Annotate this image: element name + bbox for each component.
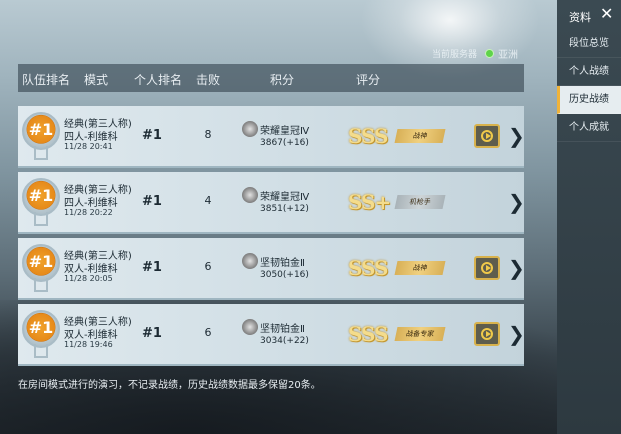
match-row[interactable]: #1 经典(第三人称) 双人-利维科 11/28 19:46 #1 6 坚韧铂金…: [18, 304, 525, 366]
sidebar-title: 资料: [569, 11, 591, 24]
sidebar-item-rank-overview[interactable]: 段位总览: [557, 30, 621, 58]
header-personal-rank: 个人排名: [134, 73, 183, 87]
profile-sidebar: 资料 ✕ 段位总览 个人战绩 历史战绩 个人成就: [557, 0, 621, 434]
kills-count: 4: [204, 194, 212, 207]
play-icon: [481, 328, 493, 340]
title-tag: 战神: [394, 261, 446, 275]
tier-name: 坚韧铂金Ⅱ: [260, 258, 305, 269]
replay-button[interactable]: [474, 256, 500, 280]
platinum-tier-icon: [242, 253, 258, 269]
tier-name: 坚韧铂金Ⅱ: [260, 324, 305, 335]
kills-count: 6: [204, 326, 212, 339]
score-value: 3050(+16): [260, 270, 309, 280]
score-value: 3034(+22): [260, 336, 309, 346]
replay-button[interactable]: [474, 124, 500, 148]
server-region: 亚洲: [498, 50, 519, 61]
sidebar-item-personal-stats[interactable]: 个人战绩: [557, 58, 621, 86]
crown-tier-icon: [242, 121, 258, 137]
chevron-right-icon[interactable]: ❯: [508, 256, 525, 280]
close-icon[interactable]: ✕: [600, 4, 613, 23]
match-row[interactable]: #1 经典(第三人称) 四人-利维科 11/28 20:41 #1 8 荣耀皇冠…: [18, 106, 525, 168]
grade-badge: SSS: [348, 322, 388, 346]
mode-map: 四人-利维科: [64, 198, 118, 209]
play-icon: [481, 130, 493, 142]
grade-badge: SSS: [348, 124, 388, 148]
match-time: 11/28 20:22: [64, 208, 113, 217]
header-score: 积分: [270, 73, 295, 87]
medal-ribbon: [34, 146, 48, 160]
replay-button[interactable]: [474, 322, 500, 346]
team-rank: #1: [28, 120, 54, 139]
kills-count: 6: [204, 260, 212, 273]
sidebar-item-achievements[interactable]: 个人成就: [557, 114, 621, 142]
server-label: 当前服务器: [432, 50, 478, 60]
title-tag: 战神: [394, 129, 446, 143]
personal-rank: #1: [142, 326, 162, 341]
header-rating: 评分: [356, 73, 381, 87]
header-kills: 击败: [196, 73, 221, 87]
match-time: 11/28 19:46: [64, 340, 113, 349]
team-rank-medal: #1: [22, 310, 60, 360]
header-team-rank: 队伍排名: [22, 73, 71, 87]
tier-name: 荣耀皇冠Ⅳ: [260, 126, 310, 137]
header-mode: 模式: [84, 73, 109, 87]
personal-rank: #1: [142, 260, 162, 275]
grade-badge: SS+: [348, 190, 391, 214]
medal-ribbon: [34, 344, 48, 358]
score-value: 3851(+12): [260, 204, 309, 214]
personal-rank: #1: [142, 194, 162, 209]
mode-map: 四人-利维科: [64, 132, 118, 143]
chevron-right-icon[interactable]: ❯: [508, 322, 525, 346]
match-row[interactable]: #1 经典(第三人称) 四人-利维科 11/28 20:22 #1 4 荣耀皇冠…: [18, 172, 525, 234]
score-value: 3867(+16): [260, 138, 309, 148]
play-icon: [481, 262, 493, 274]
personal-rank: #1: [142, 128, 162, 143]
team-rank-medal: #1: [22, 178, 60, 228]
team-rank: #1: [28, 186, 54, 205]
match-time: 11/28 20:41: [64, 142, 113, 151]
tier-name: 荣耀皇冠Ⅳ: [260, 192, 310, 203]
table-header: 队伍排名 模式 个人排名 击败 积分 评分: [18, 64, 524, 92]
kills-count: 8: [204, 128, 212, 141]
team-rank-medal: #1: [22, 244, 60, 294]
title-tag: 战备专家: [394, 327, 446, 341]
team-rank-medal: #1: [22, 112, 60, 162]
mode-map: 双人-利维科: [64, 264, 118, 275]
chevron-right-icon[interactable]: ❯: [508, 190, 525, 214]
team-rank: #1: [28, 252, 54, 271]
sidebar-item-match-history[interactable]: 历史战绩: [557, 86, 621, 114]
server-indicator: 当前服务器 亚洲: [432, 46, 518, 61]
platinum-tier-icon: [242, 319, 258, 335]
server-status-icon: [485, 49, 495, 58]
crown-tier-icon: [242, 187, 258, 203]
title-tag: 机枪手: [394, 195, 446, 209]
match-time: 11/28 20:05: [64, 274, 113, 283]
chevron-right-icon[interactable]: ❯: [508, 124, 525, 148]
match-row[interactable]: #1 经典(第三人称) 双人-利维科 11/28 20:05 #1 6 坚韧铂金…: [18, 238, 525, 300]
team-rank: #1: [28, 318, 54, 337]
medal-ribbon: [34, 212, 48, 226]
history-footnote: 在房间模式进行的演习，不记录战绩，历史战绩数据最多保留20条。: [18, 380, 321, 391]
grade-badge: SSS: [348, 256, 388, 280]
mode-map: 双人-利维科: [64, 330, 118, 341]
medal-ribbon: [34, 278, 48, 292]
